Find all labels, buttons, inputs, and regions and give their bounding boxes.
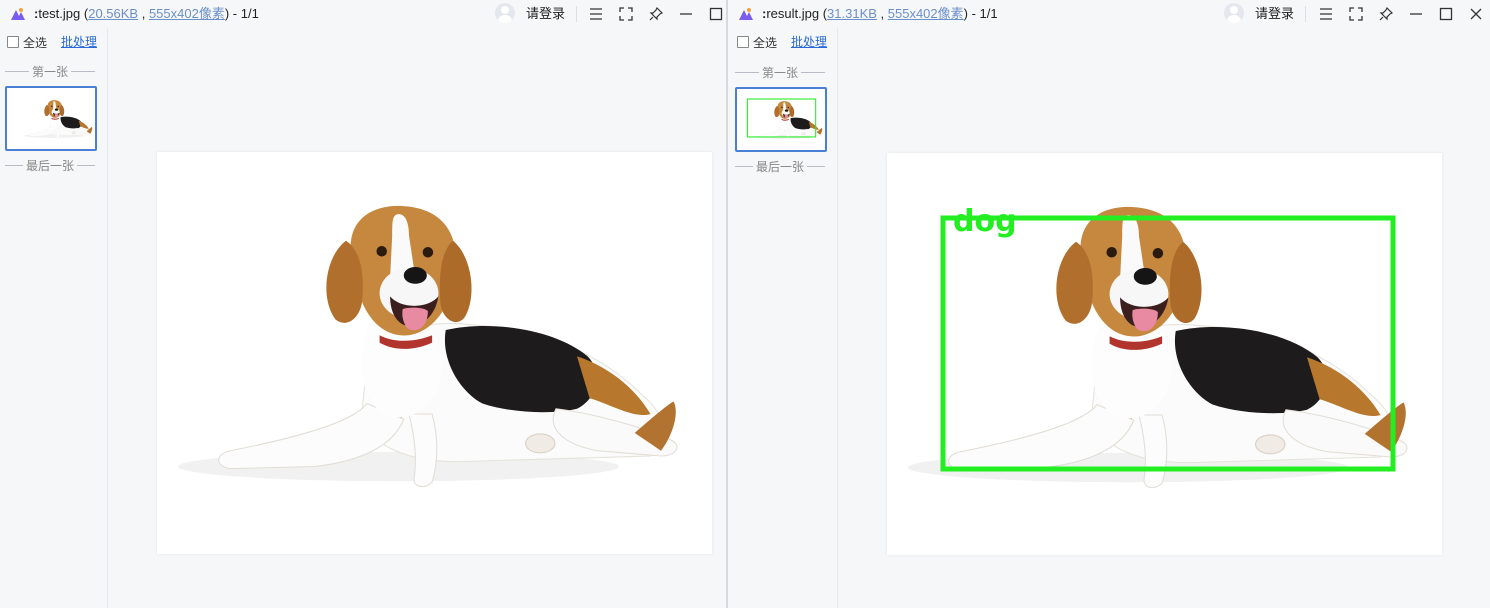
pin-icon bbox=[1379, 7, 1393, 21]
select-all-label: 全选 bbox=[753, 35, 778, 50]
maximize-button[interactable] bbox=[706, 4, 726, 24]
maximize-icon bbox=[709, 7, 723, 21]
fullscreen-button[interactable] bbox=[616, 4, 636, 24]
fullscreen-icon bbox=[619, 7, 633, 21]
select-all-label: 全选 bbox=[23, 35, 48, 50]
menu-button[interactable] bbox=[1316, 4, 1336, 24]
menu-icon bbox=[590, 8, 602, 20]
fullscreen-icon bbox=[1349, 7, 1363, 21]
dog-image bbox=[177, 205, 678, 488]
first-image-separator: 第一张 bbox=[735, 65, 826, 80]
thumbnail-item[interactable] bbox=[5, 86, 97, 151]
minimize-icon bbox=[1410, 13, 1422, 15]
last-image-separator: 最后一张 bbox=[735, 159, 826, 174]
thumbnail-image bbox=[8, 88, 94, 149]
checkbox-box[interactable] bbox=[7, 36, 19, 48]
thumbnail-item[interactable] bbox=[735, 87, 827, 152]
checkbox-box[interactable] bbox=[737, 36, 749, 48]
left-viewer-window: :test.jpg (20.56KB , 555x402像素) - 1/1 请登… bbox=[0, 0, 726, 608]
menu-icon bbox=[1320, 8, 1332, 20]
thumbnail-image bbox=[738, 89, 824, 150]
minimize-button[interactable] bbox=[676, 4, 696, 24]
batch-process-link[interactable]: 批处理 bbox=[791, 34, 827, 50]
page-indicator: - 1/1 bbox=[229, 6, 259, 21]
close-icon bbox=[1470, 8, 1482, 20]
login-button[interactable]: 请登录 bbox=[526, 6, 565, 22]
avatar[interactable] bbox=[1224, 3, 1244, 23]
maximize-button[interactable] bbox=[1436, 4, 1456, 24]
app-logo-icon bbox=[739, 8, 753, 20]
maximize-icon bbox=[1439, 7, 1453, 21]
select-all-checkbox[interactable]: 全选 bbox=[7, 34, 47, 50]
thumbnail-sidebar: 全选 批处理 第一张 最后一张 bbox=[0, 28, 108, 608]
window-title: :result.jpg (31.31KB , 555x402像素) - 1/1 bbox=[762, 6, 998, 21]
first-image-label: 第一张 bbox=[762, 65, 799, 80]
pin-button[interactable] bbox=[646, 4, 666, 24]
first-image-label: 第一张 bbox=[32, 64, 69, 79]
last-image-separator: 最后一张 bbox=[5, 158, 96, 173]
detection-label: dog bbox=[953, 204, 1017, 239]
minimize-button[interactable] bbox=[1406, 4, 1426, 24]
right-viewer-window: :result.jpg (31.31KB , 555x402像素) - 1/1 … bbox=[728, 0, 1490, 608]
image-dimensions-link[interactable]: 555x402像素 bbox=[149, 6, 225, 21]
last-image-label: 最后一张 bbox=[756, 159, 805, 174]
result-image: dog bbox=[907, 204, 1408, 489]
toolbar-divider bbox=[1305, 6, 1306, 22]
image-canvas[interactable] bbox=[157, 152, 712, 554]
toolbar-divider bbox=[576, 6, 577, 22]
image-canvas[interactable]: dog bbox=[887, 153, 1442, 555]
window-title: :test.jpg (20.56KB , 555x402像素) - 1/1 bbox=[34, 6, 259, 21]
file-name: test.jpg bbox=[38, 6, 81, 21]
last-image-label: 最后一张 bbox=[26, 158, 75, 173]
titlebar[interactable]: :test.jpg (20.56KB , 555x402像素) - 1/1 请登… bbox=[0, 0, 726, 28]
first-image-separator: 第一张 bbox=[5, 64, 96, 79]
thumbnail-sidebar: 全选 批处理 第一张 最后一张 bbox=[728, 28, 838, 608]
avatar[interactable] bbox=[495, 3, 515, 23]
batch-process-link[interactable]: 批处理 bbox=[61, 34, 97, 50]
pin-button[interactable] bbox=[1376, 4, 1396, 24]
file-size-link[interactable]: 20.56KB bbox=[88, 6, 138, 21]
close-button[interactable] bbox=[1466, 4, 1486, 24]
login-button[interactable]: 请登录 bbox=[1255, 6, 1294, 22]
app-logo-icon bbox=[11, 8, 25, 20]
titlebar[interactable]: :result.jpg (31.31KB , 555x402像素) - 1/1 … bbox=[728, 0, 1490, 28]
page-indicator: - 1/1 bbox=[968, 6, 998, 21]
file-size-link[interactable]: 31.31KB bbox=[827, 6, 877, 21]
file-name: result.jpg bbox=[766, 6, 820, 21]
fullscreen-button[interactable] bbox=[1346, 4, 1366, 24]
minimize-icon bbox=[680, 13, 692, 15]
image-dimensions-link[interactable]: 555x402像素 bbox=[888, 6, 964, 21]
pin-icon bbox=[649, 7, 663, 21]
menu-button[interactable] bbox=[586, 4, 606, 24]
select-all-checkbox[interactable]: 全选 bbox=[737, 34, 777, 50]
